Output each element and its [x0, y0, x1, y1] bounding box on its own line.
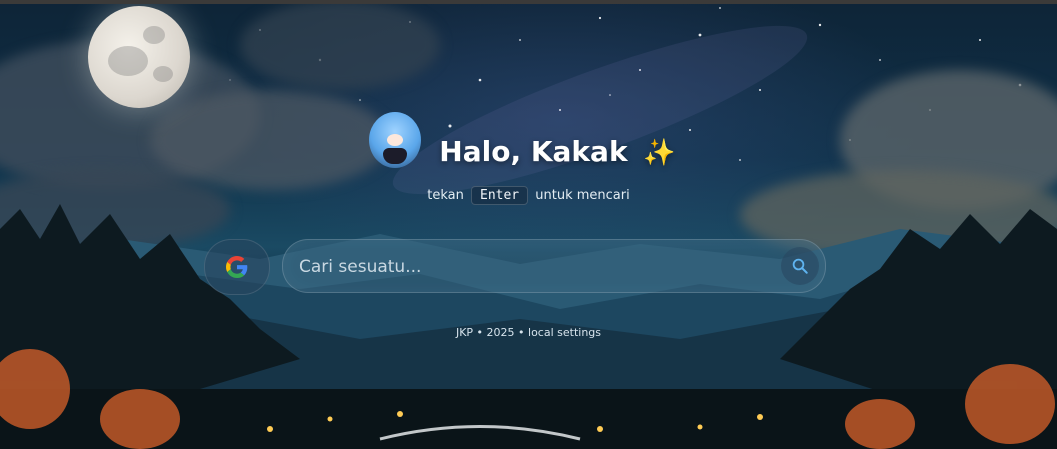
moon-crater [108, 46, 148, 76]
search-input[interactable] [297, 240, 771, 294]
hint-after: untuk mencari [535, 188, 630, 203]
greeting-text: Halo, Kakak [439, 134, 628, 168]
footer-text: JKP • 2025 • local settings [455, 326, 602, 339]
search-bar [282, 239, 826, 294]
sparkles-icon: ✨ [643, 137, 676, 168]
moon-crater [143, 26, 165, 44]
moon [88, 6, 190, 108]
window-top-bar [0, 0, 1057, 4]
search-icon [792, 258, 808, 274]
search-engine-button[interactable] [204, 239, 270, 295]
background-scene [0, 0, 1057, 449]
google-icon [226, 256, 248, 278]
hint-before: tekan [427, 188, 464, 203]
search-hint: tekan Enter untuk mencari [0, 186, 1057, 205]
greeting-title: Halo, Kakak ✨ [439, 135, 675, 168]
enter-key-badge: Enter [471, 186, 529, 205]
cloud [240, 0, 440, 90]
moon-crater [153, 66, 173, 82]
mountains-forest [0, 204, 1057, 449]
search-button[interactable] [781, 247, 819, 285]
avatar [369, 112, 422, 168]
hero: Halo, Kakak ✨ [0, 112, 1051, 168]
